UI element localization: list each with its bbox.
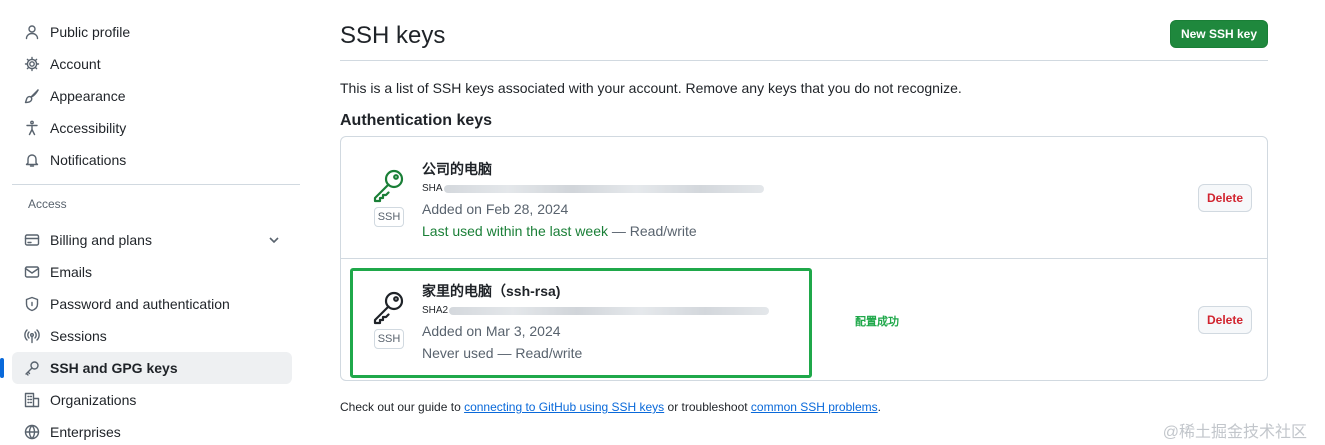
mail-icon [24, 264, 40, 280]
sidebar-item-label: SSH and GPG keys [50, 360, 178, 376]
delete-key-button[interactable]: Delete [1198, 306, 1252, 334]
intro-text: This is a list of SSH keys associated wi… [340, 80, 962, 96]
guide-link[interactable]: connecting to GitHub using SSH keys [464, 400, 664, 414]
sidebar-item-accessibility[interactable]: Accessibility [12, 112, 302, 144]
footer-middle: or troubleshoot [664, 400, 751, 414]
key-last-used-recent: Last used within the last week [422, 223, 608, 239]
key-title: 公司的电脑 [422, 161, 492, 177]
delete-key-button[interactable]: Delete [1198, 184, 1252, 212]
chevron-down-icon[interactable] [268, 233, 280, 245]
ssh-type-badge: SSH [374, 329, 404, 349]
sidebar-item-label: Appearance [50, 88, 126, 104]
troubleshoot-link[interactable]: common SSH problems [751, 400, 878, 414]
sidebar-item-label: Account [50, 56, 101, 72]
footer-suffix: . [877, 400, 881, 414]
section-heading-auth-keys: Authentication keys [340, 112, 493, 129]
key-icon [24, 360, 40, 376]
footer-prefix: Check out our guide to [340, 400, 465, 414]
watermark: @稀土掘金技术社区 [1162, 424, 1307, 441]
bell-icon [24, 152, 40, 168]
sidebar-item-label: Enterprises [50, 424, 121, 440]
key-added-date: Added on Mar 3, 2024 [422, 323, 561, 339]
sidebar-item-enterprises[interactable]: Enterprises [12, 416, 302, 445]
fingerprint-prefix: SHA [422, 183, 443, 194]
page-title: SSH keys [340, 22, 446, 49]
ssh-type-badge: SSH [374, 207, 404, 227]
key-fingerprint: SHA [422, 183, 764, 194]
sidebar-item-sessions[interactable]: Sessions [12, 320, 302, 352]
sidebar-item-organizations[interactable]: Organizations [12, 384, 302, 416]
broadcast-icon [24, 328, 40, 344]
fingerprint-redacted [449, 306, 770, 315]
key-access: — Read/write [608, 223, 697, 239]
help-footer: Check out our guide to connecting to Git… [340, 400, 881, 414]
key-last-used: Last used within the last week — Read/wr… [422, 223, 697, 239]
sidebar-item-password[interactable]: Password and authentication [12, 288, 302, 320]
ssh-key-list: SSH 公司的电脑 SHA Added on Feb 28, 2024 Last… [340, 136, 1268, 381]
sidebar-item-billing[interactable]: Billing and plans [12, 224, 302, 256]
sidebar-item-ssh-gpg-keys[interactable]: SSH and GPG keys [0, 352, 292, 384]
organization-icon [24, 392, 40, 408]
sidebar-item-label: Emails [50, 264, 93, 280]
fingerprint-redacted [443, 184, 764, 193]
key-access: Never used — Read/write [422, 345, 583, 361]
shield-lock-icon [24, 296, 40, 312]
key-last-used: Never used — Read/write [422, 345, 582, 361]
sidebar-heading-access: Access [28, 197, 67, 211]
sidebar-item-label: Public profile [50, 24, 131, 40]
key-icon [371, 167, 407, 203]
settings-sidebar: Public profile Account Appearance Access… [0, 16, 302, 445]
paintbrush-icon [24, 88, 40, 104]
key-added-date: Added on Feb 28, 2024 [422, 201, 569, 217]
sidebar-item-notifications[interactable]: Notifications [12, 144, 302, 176]
sidebar-item-account[interactable]: Account [12, 48, 302, 80]
key-fingerprint: SHA2 [422, 305, 770, 316]
sidebar-item-public-profile[interactable]: Public profile [12, 16, 302, 48]
ssh-key-row: SSH 家里的电脑（ssh-rsa) SHA2 Added on Mar 3, … [341, 259, 1267, 381]
key-title: 家里的电脑（ssh-rsa) [422, 283, 561, 299]
title-divider [340, 60, 1268, 61]
annotation-text: 配置成功 [855, 316, 899, 328]
gear-icon [24, 56, 40, 72]
fingerprint-prefix: SHA2 [422, 305, 449, 316]
ssh-key-row: SSH 公司的电脑 SHA Added on Feb 28, 2024 Last… [341, 137, 1267, 259]
sidebar-item-label: Notifications [50, 152, 127, 168]
new-ssh-key-button[interactable]: New SSH key [1170, 20, 1268, 48]
credit-card-icon [24, 232, 40, 248]
accessibility-icon [24, 120, 40, 136]
sidebar-item-label: Billing and plans [50, 232, 152, 248]
sidebar-item-label: Accessibility [50, 120, 127, 136]
sidebar-item-label: Sessions [50, 328, 107, 344]
sidebar-item-label: Organizations [50, 392, 137, 408]
sidebar-divider [12, 184, 300, 185]
sidebar-item-emails[interactable]: Emails [12, 256, 302, 288]
person-icon [24, 24, 40, 40]
sidebar-item-appearance[interactable]: Appearance [12, 80, 302, 112]
key-icon [371, 289, 407, 325]
globe-icon [24, 424, 40, 440]
sidebar-item-label: Password and authentication [50, 296, 230, 312]
